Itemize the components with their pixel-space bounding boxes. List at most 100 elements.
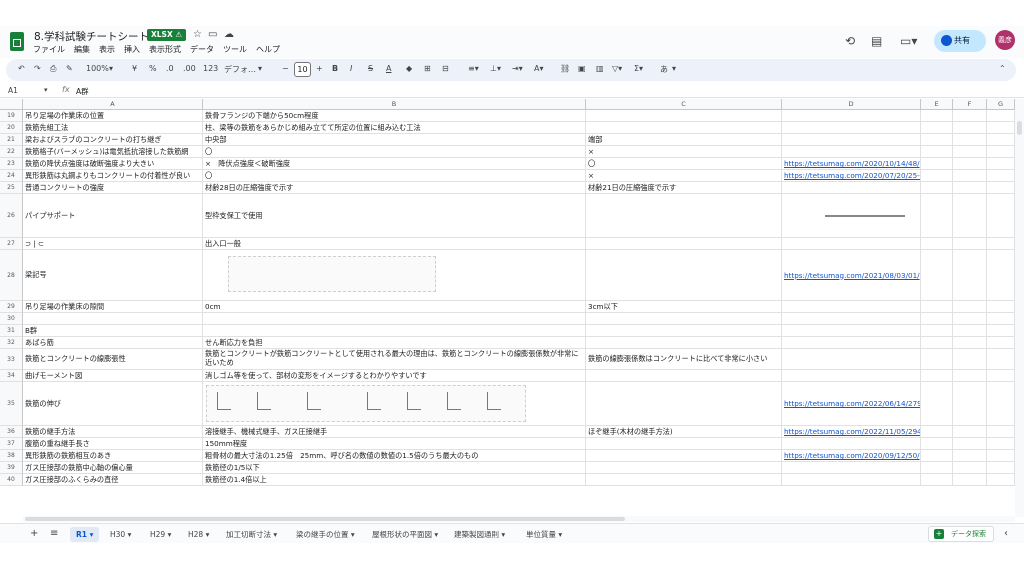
column-header-b[interactable]: B	[203, 99, 586, 110]
history-icon[interactable]: ⟲	[845, 34, 855, 48]
strikethrough-button[interactable]: S	[368, 64, 373, 73]
cell-c[interactable]	[586, 382, 782, 426]
cell-f[interactable]	[953, 438, 987, 450]
chevron-down-icon[interactable]: ▾	[90, 530, 94, 539]
cell-b[interactable]: 鉄筋径の1.4倍以上	[203, 474, 586, 486]
italic-button[interactable]: I	[350, 64, 352, 73]
cell-d-link[interactable]	[782, 337, 921, 349]
cell-d-link[interactable]	[782, 146, 921, 158]
cell-b[interactable]: 鉄骨フランジの下端から50cm程度	[203, 110, 586, 122]
cell-f[interactable]	[953, 194, 987, 238]
font-size-decrease-icon[interactable]: −	[282, 64, 289, 73]
chevron-down-icon[interactable]: ▾	[44, 86, 48, 94]
cell-f[interactable]	[953, 462, 987, 474]
menu-view[interactable]: 表示	[99, 44, 115, 55]
chevron-down-icon[interactable]: ▾	[109, 64, 113, 73]
redo-icon[interactable]: ↷	[34, 64, 41, 73]
cell-e[interactable]	[921, 382, 953, 426]
cell-e[interactable]	[921, 349, 953, 370]
select-all-corner[interactable]	[0, 99, 23, 110]
cell-a[interactable]: 鉄筋とコンクリートの線膨張性	[23, 349, 203, 370]
sheets-logo-icon[interactable]	[10, 32, 24, 51]
menu-edit[interactable]: 編集	[74, 44, 90, 55]
fill-color-icon[interactable]: ◆	[406, 64, 412, 73]
cell-a[interactable]: パイプサポート	[23, 194, 203, 238]
cell-g[interactable]	[987, 450, 1015, 462]
cell-a[interactable]: 吊り足場の作業床の隙間	[23, 301, 203, 313]
chevron-down-icon[interactable]: ▾	[351, 530, 355, 539]
menu-insert[interactable]: 挿入	[124, 44, 140, 55]
cell-e[interactable]	[921, 474, 953, 486]
cell-g[interactable]	[987, 110, 1015, 122]
cell-e[interactable]	[921, 438, 953, 450]
input-tools-button[interactable]: あ	[660, 64, 668, 75]
chevron-down-icon[interactable]: ▾	[273, 530, 277, 539]
cell-g[interactable]	[987, 194, 1015, 238]
comments-icon[interactable]: ▤	[871, 34, 882, 48]
cell-g[interactable]	[987, 182, 1015, 194]
cell-f[interactable]	[953, 238, 987, 250]
cell-e[interactable]	[921, 194, 953, 238]
cell-e[interactable]	[921, 170, 953, 182]
cell-d-link[interactable]	[782, 325, 921, 337]
cell-e[interactable]	[921, 370, 953, 382]
cell-g[interactable]	[987, 349, 1015, 370]
cell-f[interactable]	[953, 426, 987, 438]
sheet-tab[interactable]: 梁の継手の位置 ▾	[290, 527, 361, 542]
explore-button[interactable]: + データ探索	[928, 526, 994, 542]
row-number[interactable]: 26	[0, 194, 23, 238]
sheet-tab[interactable]: H30 ▾	[104, 527, 137, 542]
print-icon[interactable]: ⎙	[50, 64, 56, 74]
cell-a[interactable]: 腹筋の重ね継手長さ	[23, 438, 203, 450]
cell-a[interactable]: 鉄筋の継手方法	[23, 426, 203, 438]
cell-b[interactable]: 柱、梁等の鉄筋をあらかじめ組み立てて所定の位置に組み込む工法	[203, 122, 586, 134]
cell-f[interactable]	[953, 349, 987, 370]
side-panel-toggle-icon[interactable]: ‹	[1004, 528, 1008, 539]
name-box[interactable]: A1	[8, 86, 18, 95]
cell-b[interactable]	[203, 325, 586, 337]
text-color-button[interactable]: A	[386, 64, 391, 73]
row-number[interactable]: 19	[0, 110, 23, 122]
borders-icon[interactable]: ⊞	[424, 64, 431, 73]
chevron-down-icon[interactable]: ▾	[558, 530, 562, 539]
cell-b[interactable]: 0cm	[203, 301, 586, 313]
cell-d-link[interactable]	[782, 313, 921, 325]
text-rotation-icon[interactable]: A▾	[534, 64, 544, 73]
font-select[interactable]: デフォ…	[224, 64, 256, 75]
cell-f[interactable]	[953, 158, 987, 170]
vertical-scrollbar[interactable]	[1015, 99, 1024, 517]
chevron-down-icon[interactable]: ▾	[672, 64, 676, 73]
horizontal-scrollbar[interactable]	[23, 516, 1015, 522]
cell-g[interactable]	[987, 382, 1015, 426]
cell-a[interactable]: 鉄筋格子(バーメッシュ)は電気抵抗溶接した鉄筋網	[23, 146, 203, 158]
increase-decimal-button[interactable]: .00	[183, 64, 196, 73]
cell-f[interactable]	[953, 301, 987, 313]
font-size-increase-icon[interactable]: +	[316, 64, 323, 73]
sheet-tab[interactable]: 建築製図通則 ▾	[448, 527, 511, 542]
cell-c[interactable]	[586, 462, 782, 474]
cell-g[interactable]	[987, 426, 1015, 438]
cell-g[interactable]	[987, 474, 1015, 486]
cell-b[interactable]: 出入口一般	[203, 238, 586, 250]
cell-a[interactable]	[23, 313, 203, 325]
cell-g[interactable]	[987, 146, 1015, 158]
filter-icon[interactable]: ▽▾	[612, 64, 622, 73]
functions-icon[interactable]: Σ▾	[634, 64, 643, 73]
row-number[interactable]: 29	[0, 301, 23, 313]
cell-c[interactable]: 3cm以下	[586, 301, 782, 313]
chevron-down-icon[interactable]: ▾	[501, 530, 505, 539]
cell-f[interactable]	[953, 450, 987, 462]
cell-b[interactable]: 〇	[203, 170, 586, 182]
number-format-button[interactable]: 123	[203, 64, 218, 73]
cell-a[interactable]: 梁記号	[23, 250, 203, 301]
text-wrap-icon[interactable]: ⇥▾	[512, 64, 523, 73]
row-number[interactable]: 32	[0, 337, 23, 349]
horizontal-align-icon[interactable]: ≡▾	[468, 64, 479, 73]
cell-d-link[interactable]: https://tetsumag.com/2020/07/20/25-2/	[782, 170, 921, 182]
row-number[interactable]: 20	[0, 122, 23, 134]
cell-a[interactable]: あばら筋	[23, 337, 203, 349]
cell-f[interactable]	[953, 134, 987, 146]
column-header-c[interactable]: C	[586, 99, 782, 110]
cell-f[interactable]	[953, 250, 987, 301]
cell-g[interactable]	[987, 337, 1015, 349]
